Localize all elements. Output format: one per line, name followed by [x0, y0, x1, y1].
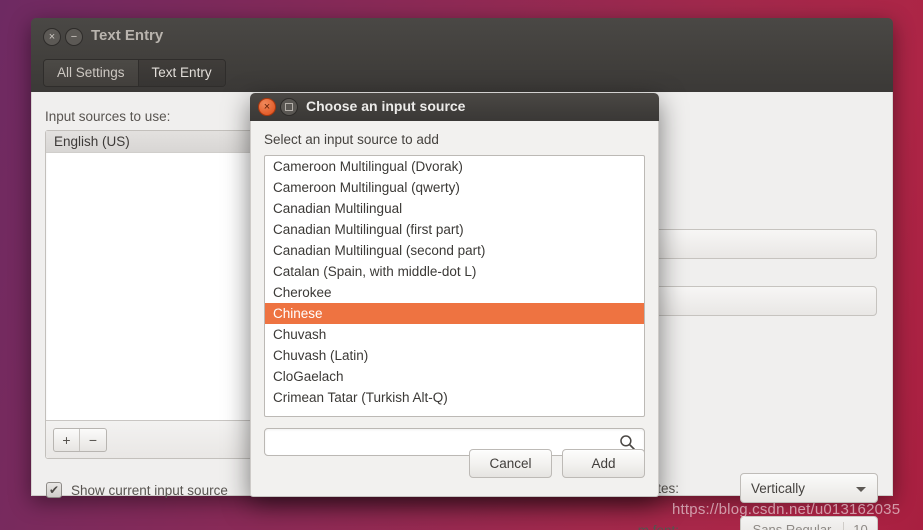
maximize-icon [285, 103, 293, 111]
list-item[interactable]: Canadian Multilingual (second part) [265, 240, 644, 261]
chevron-down-icon [856, 487, 866, 492]
list-item[interactable]: CloGaelach [265, 366, 644, 387]
tabbar: All Settings Text Entry [43, 59, 226, 87]
list-item[interactable]: Canadian Multilingual [265, 198, 644, 219]
choose-input-source-dialog: × Choose an input source Select an input… [250, 93, 659, 497]
input-source-options-list[interactable]: Cameroon Multilingual (Dvorak) Cameroon … [264, 155, 645, 417]
add-source-button[interactable]: + [54, 429, 80, 451]
list-item[interactable]: Cameroon Multilingual (Dvorak) [265, 156, 644, 177]
dialog-close-button[interactable]: × [258, 98, 276, 116]
watermark-text: https://blog.csdn.net/u013162035 [672, 501, 901, 518]
dialog-subtitle: Select an input source to add [264, 132, 439, 147]
font-picker-button[interactable]: Sans Regular 10 [740, 516, 878, 530]
close-icon: × [48, 30, 56, 43]
list-item[interactable]: Chuvash (Latin) [265, 345, 644, 366]
window-title: Text Entry [91, 27, 164, 44]
list-item[interactable]: Canadian Multilingual (first part) [265, 219, 644, 240]
window-close-button[interactable]: × [43, 28, 61, 46]
minimize-icon: − [70, 30, 78, 43]
list-item[interactable]: Cherokee [265, 282, 644, 303]
checkbox-check-icon: ✔ [46, 482, 62, 498]
list-item[interactable]: Chuvash [265, 324, 644, 345]
list-item[interactable]: Catalan (Spain, with middle-dot L) [265, 261, 644, 282]
dialog-body: Select an input source to add Cameroon M… [250, 121, 659, 497]
checkbox-label: Show current input source [71, 482, 228, 498]
window-minimize-button[interactable]: − [65, 28, 83, 46]
tab-all-settings[interactable]: All Settings [44, 60, 139, 86]
list-item[interactable]: Cameroon Multilingual (qwerty) [265, 177, 644, 198]
close-icon: × [263, 100, 271, 113]
candidates-dropdown[interactable]: Vertically [740, 473, 878, 503]
dialog-title: Choose an input source [306, 98, 466, 114]
desktop-background: × − Text Entry All Settings Text Entry I… [0, 0, 923, 530]
font-label: m font: [638, 523, 679, 530]
dialog-titlebar[interactable]: × Choose an input source [250, 93, 659, 121]
dialog-maximize-button[interactable] [280, 98, 298, 116]
cancel-button[interactable]: Cancel [469, 449, 552, 478]
main-window-titlebar[interactable]: × − Text Entry All Settings Text Entry [31, 18, 893, 92]
list-item-selected[interactable]: Chinese [265, 303, 644, 324]
dialog-button-row: Cancel Add [469, 449, 645, 478]
remove-source-button[interactable]: − [80, 429, 106, 451]
tab-text-entry[interactable]: Text Entry [138, 60, 225, 86]
input-sources-label: Input sources to use: [45, 109, 171, 124]
add-remove-group: + − [53, 428, 107, 452]
font-size-value: 10 [843, 522, 877, 530]
candidates-value: Vertically [751, 480, 806, 496]
list-item[interactable]: Crimean Tatar (Turkish Alt-Q) [265, 387, 644, 408]
add-button[interactable]: Add [562, 449, 645, 478]
font-name-value: Sans Regular [752, 522, 832, 530]
show-current-input-source-checkbox[interactable]: ✔ Show current input source [46, 482, 228, 498]
